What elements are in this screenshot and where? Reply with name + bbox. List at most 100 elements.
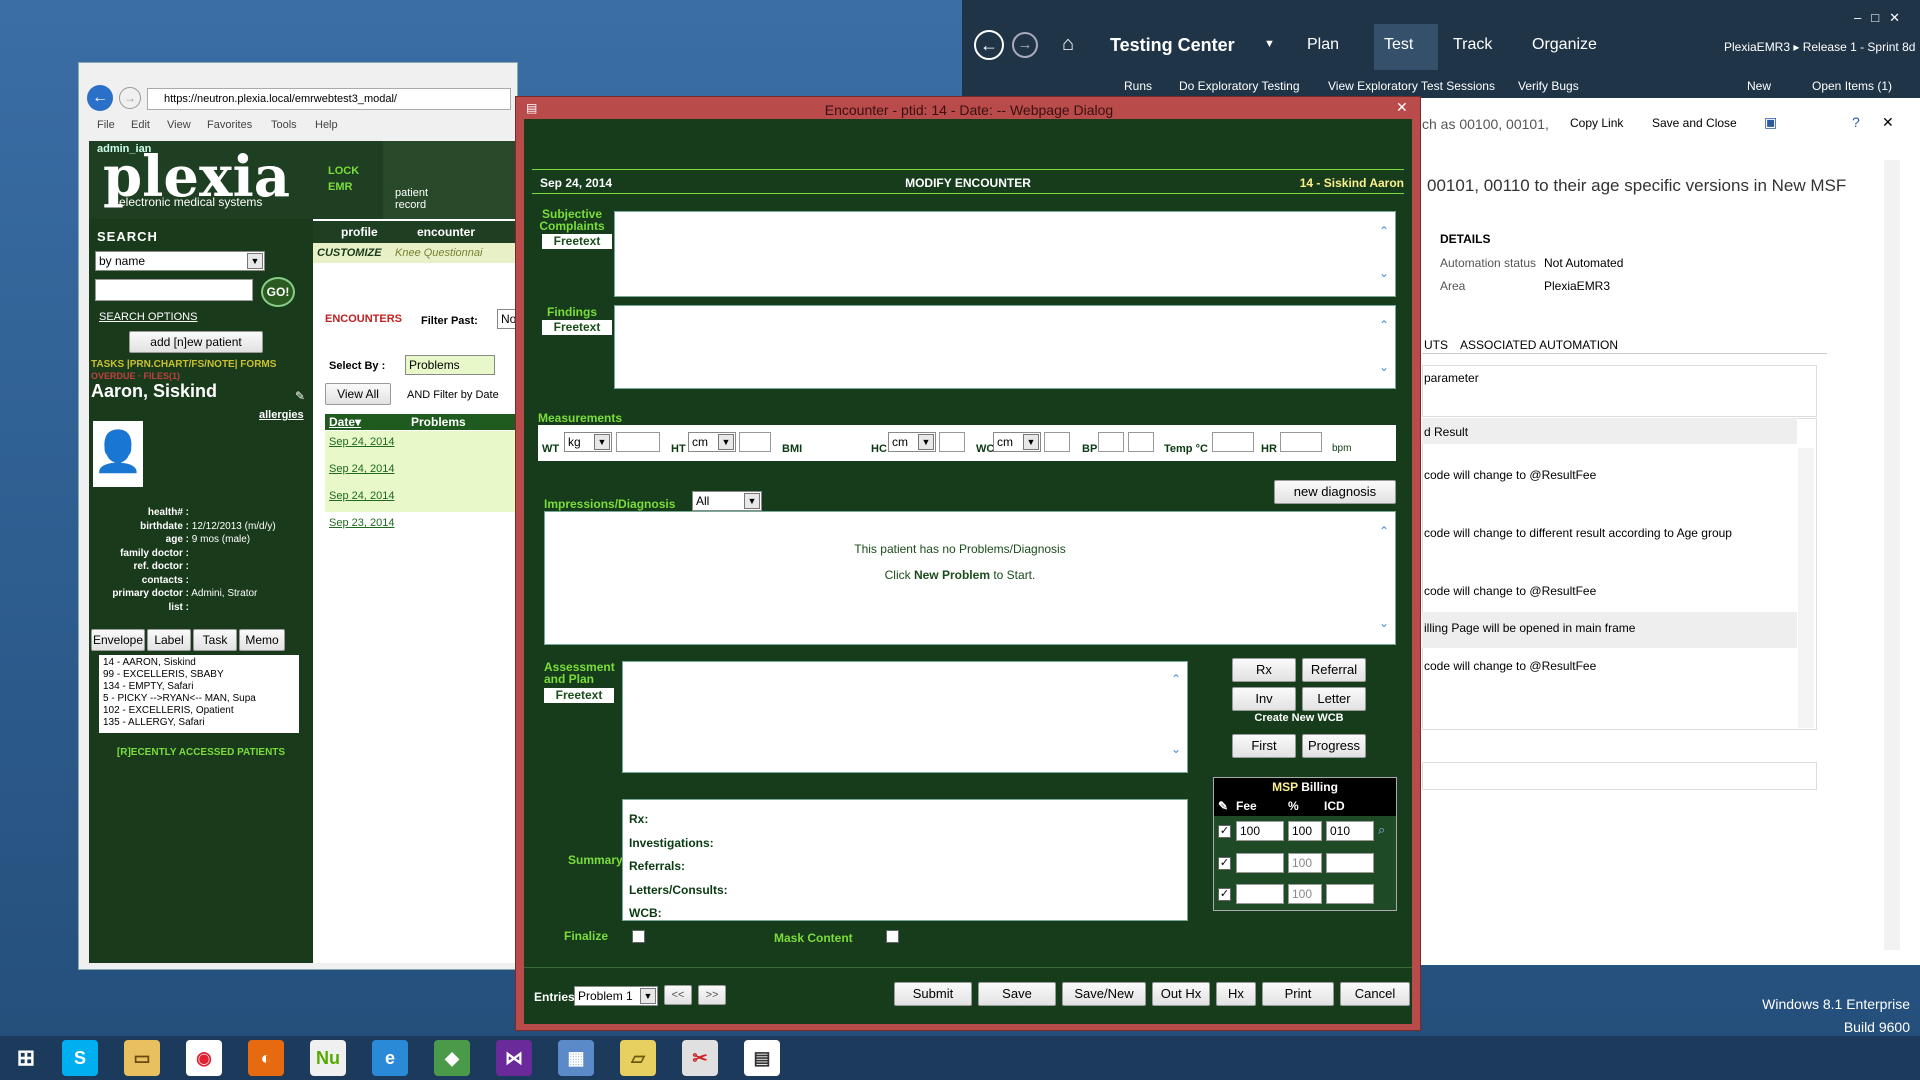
tab-steps[interactable]: UTS xyxy=(1424,338,1448,352)
wt-unit-select[interactable]: kg ▼ xyxy=(564,432,612,452)
skype-icon[interactable]: S xyxy=(62,1040,98,1076)
wc-unit-select[interactable]: cm ▼ xyxy=(993,432,1041,452)
scroll-down-icon[interactable]: ⌄ xyxy=(1375,266,1393,280)
home-icon[interactable]: ⌂ xyxy=(1062,33,1074,56)
encounter-date-link[interactable]: Sep 24, 2014 xyxy=(329,490,394,502)
address-bar[interactable]: https://neutron.plexia.local/emrwebtest3… xyxy=(147,88,511,110)
list-item[interactable]: 134 - EMPTY, Safari xyxy=(103,681,279,693)
wc-input[interactable] xyxy=(1044,432,1070,452)
tab-task[interactable]: Task xyxy=(193,629,237,651)
window-controls[interactable]: –□✕ xyxy=(1854,10,1910,26)
recent-patients-link[interactable]: [R]ECENTLY ACCESSED PATIENTS xyxy=(89,747,313,758)
fee-input[interactable] xyxy=(1236,821,1284,841)
finalize-checkbox[interactable] xyxy=(632,930,645,943)
pct-input[interactable] xyxy=(1288,853,1322,873)
menu-view[interactable]: View xyxy=(167,119,191,131)
list-item[interactable]: 135 - ALLERGY, Safari xyxy=(103,717,279,729)
testcase-title-field[interactable]: ch as 00100, 00101, xyxy=(1422,116,1549,132)
subnav-sessions[interactable]: View Exploratory Test Sessions xyxy=(1328,79,1495,93)
menu-file[interactable]: File xyxy=(97,119,115,131)
wcb-first-button[interactable]: First xyxy=(1232,734,1296,758)
encounter-date-link[interactable]: Sep 24, 2014 xyxy=(329,463,394,475)
patient-record-link[interactable]: patient record xyxy=(395,187,455,211)
chevron-down-icon[interactable]: ▼ xyxy=(1264,38,1275,50)
nav-organize[interactable]: Organize xyxy=(1532,36,1597,54)
nav-test[interactable]: Test xyxy=(1384,36,1413,54)
filter-past-select[interactable]: No xyxy=(497,309,517,329)
search-input[interactable] xyxy=(95,279,253,301)
parameter-button[interactable]: parameter xyxy=(1424,371,1479,385)
out-hx-button[interactable]: Out Hx xyxy=(1152,982,1210,1006)
nav-links[interactable]: TASKS |PRN.CHART/FS/NOTE| FORMS xyxy=(91,359,276,370)
visual-studio-icon[interactable]: ⋈ xyxy=(496,1040,532,1076)
nunit-icon[interactable]: Nu xyxy=(310,1040,346,1076)
hx-button[interactable]: Hx xyxy=(1216,982,1256,1006)
emr-link[interactable]: EMR xyxy=(328,181,352,193)
menu-tools[interactable]: Tools xyxy=(271,119,297,131)
findings-textarea[interactable]: ⌃ ⌄ xyxy=(614,305,1396,389)
referral-button[interactable]: Referral xyxy=(1302,658,1366,682)
new-diagnosis-button[interactable]: new diagnosis xyxy=(1274,480,1396,504)
overdue-files[interactable]: OVERDUE · FILES(1) xyxy=(91,371,180,381)
search-by-select[interactable]: by name ▼ xyxy=(95,251,265,271)
lock-link[interactable]: LOCK xyxy=(328,165,359,177)
letter-button[interactable]: Letter xyxy=(1302,687,1366,711)
list-item[interactable]: 5 - PICKY -->RYAN<-- MAN, Supa xyxy=(103,693,279,705)
customize-link[interactable]: CUSTOMIZE xyxy=(317,247,382,259)
comment-field[interactable] xyxy=(1422,762,1817,790)
ht-unit-select[interactable]: cm ▼ xyxy=(688,432,736,452)
list-label[interactable]: list : xyxy=(89,602,189,613)
save-new-button[interactable]: Save/New xyxy=(1062,982,1146,1006)
save-icon[interactable]: ▣ xyxy=(1764,114,1777,131)
select-by-select[interactable]: Problems xyxy=(405,355,495,375)
bp-diastolic-input[interactable] xyxy=(1128,432,1154,452)
scroll-down-icon[interactable]: ⌄ xyxy=(1375,616,1393,630)
icd-input[interactable] xyxy=(1326,853,1374,873)
new-menu[interactable]: New xyxy=(1747,79,1771,93)
patient-list[interactable]: 14 - AARON, Siskind 99 - EXCELLERIS, SBA… xyxy=(99,655,299,733)
subjective-freetext-button[interactable]: Freetext xyxy=(542,234,612,249)
results-scrollbar[interactable] xyxy=(1798,448,1814,728)
tab-memo[interactable]: Memo xyxy=(239,629,285,651)
menu-favorites[interactable]: Favorites xyxy=(207,119,252,131)
help-icon[interactable]: ? xyxy=(1852,114,1860,130)
window-icon[interactable]: ▤ xyxy=(744,1040,780,1076)
save-button[interactable]: Save xyxy=(978,982,1056,1006)
open-items[interactable]: Open Items (1) xyxy=(1812,79,1892,93)
folder-icon[interactable]: ▱ xyxy=(620,1040,656,1076)
temp-input[interactable] xyxy=(1212,432,1254,452)
subjective-textarea[interactable]: ⌃ ⌄ xyxy=(614,211,1396,297)
view-all-button[interactable]: View All xyxy=(325,383,391,405)
internet-explorer-icon[interactable]: e xyxy=(372,1040,408,1076)
search-options-link[interactable]: SEARCH OPTIONS xyxy=(99,311,197,323)
scroll-up-icon[interactable]: ⌃ xyxy=(1375,224,1393,238)
scroll-up-icon[interactable]: ⌃ xyxy=(1375,318,1393,332)
test-manager-icon[interactable]: ▦ xyxy=(558,1040,594,1076)
assessment-textarea[interactable]: ⌃ ⌄ xyxy=(622,661,1188,773)
icd-input[interactable] xyxy=(1326,884,1374,904)
tab-label[interactable]: Label xyxy=(147,629,191,651)
encounter-date-link[interactable]: Sep 23, 2014 xyxy=(329,517,394,529)
breadcrumb[interactable]: PlexiaEMR3 ▸ Release 1 - Sprint 8d xyxy=(1724,40,1915,54)
snipping-tool-icon[interactable]: ✂ xyxy=(682,1040,718,1076)
edit-icon[interactable]: ✎ xyxy=(1218,796,1228,816)
subnav-verify-bugs[interactable]: Verify Bugs xyxy=(1518,79,1579,93)
hc-unit-select[interactable]: cm ▼ xyxy=(888,432,936,452)
knee-questionnaire-link[interactable]: Knee Questionnai xyxy=(395,247,482,259)
contacts-label[interactable]: contacts : xyxy=(89,575,189,586)
bp-systolic-input[interactable] xyxy=(1098,432,1124,452)
new-problem-link[interactable]: New Problem xyxy=(914,568,990,582)
wt-input[interactable] xyxy=(616,432,660,452)
chrome-icon[interactable]: ◉ xyxy=(186,1040,222,1076)
menu-edit[interactable]: Edit xyxy=(131,119,150,131)
entries-select[interactable]: Problem 1 ▼ xyxy=(574,986,658,1006)
nav-plan[interactable]: Plan xyxy=(1307,36,1339,54)
mask-content-checkbox[interactable] xyxy=(886,930,899,943)
impressions-filter-select[interactable]: All ▼ xyxy=(692,491,762,511)
rx-button[interactable]: Rx xyxy=(1232,658,1296,682)
allergies-link[interactable]: allergies xyxy=(259,409,304,421)
forward-icon[interactable]: → xyxy=(1012,32,1038,58)
hc-input[interactable] xyxy=(939,432,965,452)
file-explorer-icon[interactable]: ▭ xyxy=(124,1040,160,1076)
inv-button[interactable]: Inv xyxy=(1232,687,1296,711)
